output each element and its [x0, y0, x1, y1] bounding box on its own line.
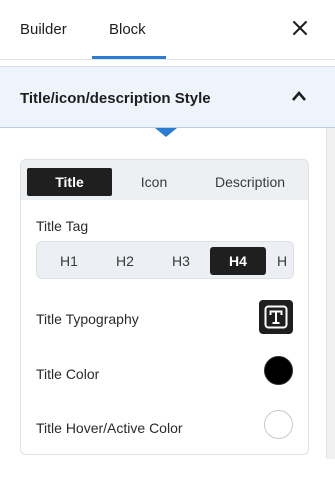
panel-scrollbar[interactable] [326, 128, 335, 459]
style-subtabs: Title Icon Description [21, 160, 308, 200]
title-tag-option-partial[interactable]: H [277, 247, 293, 275]
subtab-description[interactable]: Description [197, 168, 303, 196]
subtab-title[interactable]: Title [27, 168, 112, 196]
title-typography-button[interactable] [259, 300, 293, 334]
style-settings-card: Title Icon Description Title Tag H1 H2 H… [20, 159, 309, 455]
title-typography-label: Title Typography [36, 311, 139, 327]
block-settings-panel: Builder Block Title/icon/description Sty… [0, 0, 335, 485]
title-hover-color-label: Title Hover/Active Color [36, 420, 183, 436]
close-icon [293, 21, 307, 35]
section-title: Title/icon/description Style [20, 90, 211, 107]
title-tag-option-h3[interactable]: H3 [157, 247, 205, 275]
tab-block[interactable]: Block [109, 21, 146, 38]
close-button[interactable] [291, 19, 309, 37]
title-color-label: Title Color [36, 366, 100, 382]
title-tag-option-h1[interactable]: H1 [45, 247, 93, 275]
typography-icon [264, 305, 288, 329]
tab-builder[interactable]: Builder [20, 21, 67, 38]
title-tag-option-h2[interactable]: H2 [101, 247, 149, 275]
title-tag-option-h4[interactable]: H4 [210, 247, 266, 275]
title-color-swatch[interactable] [264, 356, 293, 385]
title-tag-selector: H1 H2 H3 H4 H [36, 241, 294, 279]
chevron-up-icon[interactable] [291, 90, 307, 102]
section-header-title-icon-description-style[interactable]: Title/icon/description Style [0, 66, 335, 128]
subtab-icon[interactable]: Icon [113, 168, 195, 196]
section-pointer-arrow [155, 128, 177, 137]
title-tag-label: Title Tag [36, 218, 89, 234]
title-hover-color-swatch[interactable] [264, 410, 293, 439]
panel-tab-bar: Builder Block [0, 0, 335, 60]
active-tab-indicator [92, 56, 166, 59]
